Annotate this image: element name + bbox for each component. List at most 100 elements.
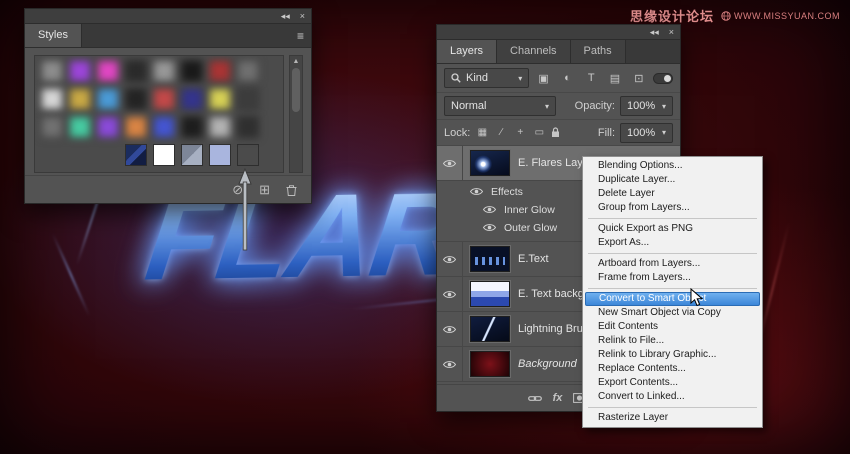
visibility-toggle-eye-icon[interactable]: [437, 242, 463, 276]
visibility-toggle-eye-icon[interactable]: [437, 347, 463, 381]
style-swatch[interactable]: [209, 60, 231, 82]
layer-name[interactable]: Background: [518, 358, 577, 370]
panel-menu-icon[interactable]: ≡: [297, 29, 304, 43]
visibility-toggle-eye-icon[interactable]: [437, 312, 463, 346]
layer-thumbnail[interactable]: [470, 351, 510, 377]
styles-scrollbar[interactable]: ▲: [289, 55, 303, 173]
effects-visibility-eye-icon[interactable]: [470, 183, 483, 201]
style-swatch[interactable]: [153, 116, 175, 138]
menu-item[interactable]: Relink to File...: [585, 334, 760, 348]
lock-all-icon[interactable]: [551, 127, 560, 138]
style-swatch[interactable]: [181, 144, 203, 166]
menu-item[interactable]: Convert to Linked...: [585, 390, 760, 404]
style-swatch[interactable]: [125, 144, 147, 166]
scroll-up-icon[interactable]: ▲: [290, 56, 302, 67]
close-panel-icon[interactable]: ×: [300, 12, 305, 21]
style-swatch[interactable]: [237, 144, 259, 166]
style-swatch[interactable]: [153, 60, 175, 82]
menu-item[interactable]: Replace Contents...: [585, 362, 760, 376]
menu-item[interactable]: Convert to Smart Object: [585, 292, 760, 306]
collapse-panel-icon[interactable]: ◂◂: [281, 12, 290, 21]
style-swatch[interactable]: [209, 88, 231, 110]
menu-item[interactable]: Relink to Library Graphic...: [585, 348, 760, 362]
layer-thumbnail[interactable]: [470, 316, 510, 342]
layer-thumbnail[interactable]: [470, 281, 510, 307]
style-swatch[interactable]: [41, 116, 63, 138]
menu-item[interactable]: Export Contents...: [585, 376, 760, 390]
delete-style-icon[interactable]: [286, 184, 297, 196]
style-swatch[interactable]: [125, 60, 147, 82]
style-swatch[interactable]: [153, 88, 175, 110]
style-swatch[interactable]: [125, 88, 147, 110]
style-swatch[interactable]: [97, 60, 119, 82]
style-swatch[interactable]: [153, 144, 175, 166]
layer-thumbnail[interactable]: [470, 246, 510, 272]
lock-transparency-icon[interactable]: ▦: [475, 127, 489, 138]
effect-visibility-eye-icon[interactable]: [483, 219, 496, 237]
kind-filter-dropdown[interactable]: Kind ▾: [444, 68, 529, 88]
style-swatch[interactable]: [209, 116, 231, 138]
style-swatch[interactable]: [69, 116, 91, 138]
link-layers-icon[interactable]: [528, 394, 542, 403]
fill-dropdown[interactable]: 100% ▾: [620, 123, 673, 143]
menu-item[interactable]: Quick Export as PNG: [585, 222, 760, 236]
style-swatch: [41, 144, 63, 166]
opacity-label: Opacity:: [575, 100, 615, 112]
menu-item[interactable]: New Smart Object via Copy: [585, 306, 760, 320]
menu-item[interactable]: Export As...: [585, 236, 760, 250]
menu-item[interactable]: Blending Options...: [585, 159, 760, 173]
menu-item[interactable]: Rasterize Layer: [585, 411, 760, 425]
style-swatch[interactable]: [181, 60, 203, 82]
filter-adjustment-layers-icon[interactable]: ◐: [558, 69, 577, 87]
layer-filtering-toggle[interactable]: [653, 73, 673, 84]
tab-layers[interactable]: Layers: [437, 40, 497, 63]
style-swatch[interactable]: [237, 116, 259, 138]
tab-channels[interactable]: Channels: [497, 40, 570, 63]
filter-type-layers-icon[interactable]: T: [582, 69, 601, 87]
menu-item[interactable]: Edit Contents: [585, 320, 760, 334]
style-swatch[interactable]: [69, 60, 91, 82]
style-swatch[interactable]: [237, 88, 259, 110]
opacity-dropdown[interactable]: 100% ▾: [620, 96, 673, 116]
menu-item[interactable]: Duplicate Layer...: [585, 173, 760, 187]
lock-artboard-icon[interactable]: ▭: [532, 127, 546, 138]
blend-mode-dropdown[interactable]: Normal ▾: [444, 96, 556, 116]
visibility-toggle-eye-icon[interactable]: [437, 277, 463, 311]
layer-style-icon[interactable]: fx: [553, 392, 563, 404]
effects-label: Effects: [491, 186, 523, 198]
effect-visibility-eye-icon[interactable]: [483, 201, 496, 219]
layer-name[interactable]: E.Text: [518, 253, 549, 265]
menu-item[interactable]: Artboard from Layers...: [585, 257, 760, 271]
style-swatch[interactable]: [97, 88, 119, 110]
style-swatch[interactable]: [209, 144, 231, 166]
style-swatch[interactable]: [181, 88, 203, 110]
visibility-toggle-eye-icon[interactable]: [437, 146, 463, 180]
lock-position-icon[interactable]: +: [513, 127, 527, 138]
menu-item[interactable]: Frame from Layers...: [585, 271, 760, 285]
effect-name[interactable]: Outer Glow: [504, 222, 557, 234]
style-swatch[interactable]: [97, 116, 119, 138]
tab-paths[interactable]: Paths: [571, 40, 626, 63]
layer-thumbnail[interactable]: [470, 150, 510, 176]
tab-styles[interactable]: Styles: [25, 24, 82, 47]
mouse-cursor: [690, 288, 703, 307]
style-swatch[interactable]: [69, 88, 91, 110]
filter-pixel-layers-icon[interactable]: ▣: [534, 69, 553, 87]
menu-item[interactable]: Group from Layers...: [585, 201, 760, 215]
chevron-down-icon: ▾: [518, 74, 522, 83]
filter-group-layers-icon[interactable]: ▤: [606, 69, 625, 87]
scrollbar-thumb[interactable]: [292, 68, 300, 112]
style-swatch[interactable]: [41, 88, 63, 110]
style-swatch[interactable]: [41, 60, 63, 82]
style-swatch[interactable]: [237, 60, 259, 82]
filter-smart-objects-icon[interactable]: ⊡: [629, 69, 648, 87]
collapse-panel-icon[interactable]: ◂◂: [650, 28, 659, 37]
fill-value: 100%: [627, 127, 655, 139]
close-panel-icon[interactable]: ×: [669, 28, 674, 37]
new-style-icon[interactable]: ⊞: [259, 183, 270, 196]
menu-item[interactable]: Delete Layer: [585, 187, 760, 201]
style-swatch[interactable]: [125, 116, 147, 138]
effect-name[interactable]: Inner Glow: [504, 204, 555, 216]
style-swatch[interactable]: [181, 116, 203, 138]
lock-pixels-icon[interactable]: ∕: [494, 127, 508, 138]
